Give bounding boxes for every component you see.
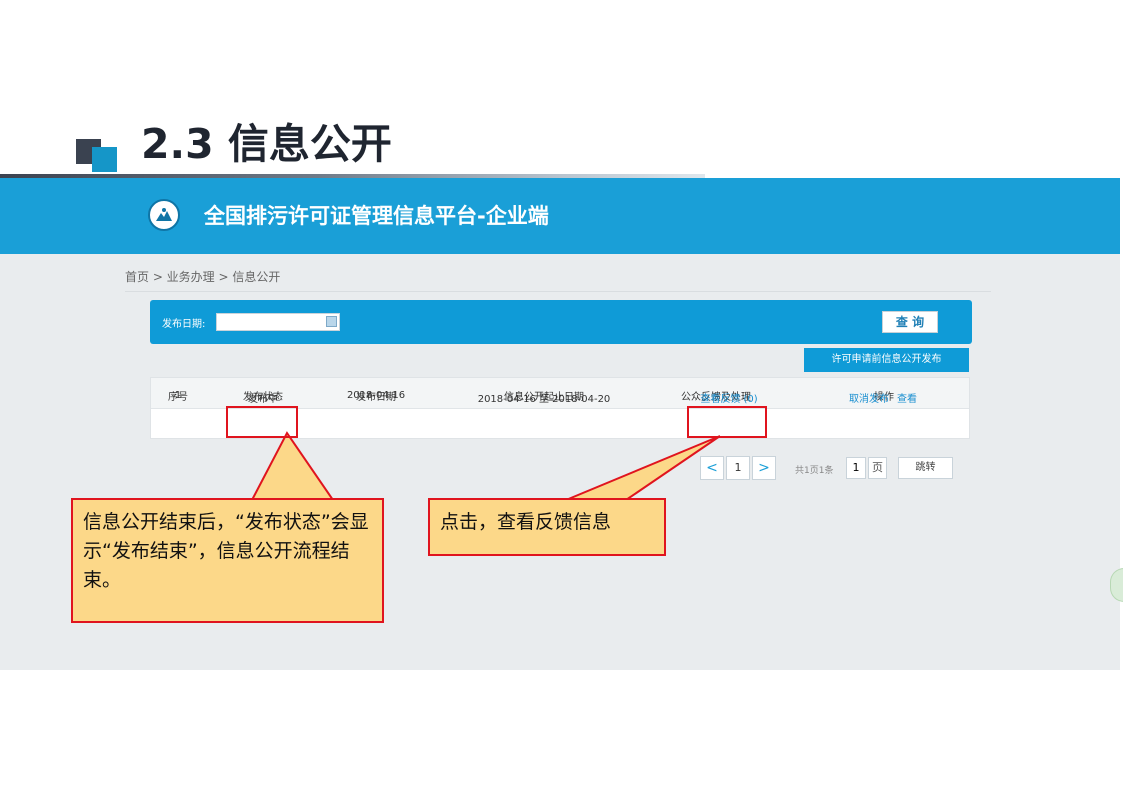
publish-date-label: 发布日期: [162,319,206,330]
status-callout: 信息公开结束后，“发布状态”会显示“发布结束”，信息公开流程结束。 [71,498,384,623]
cancel-publish-link[interactable]: 取消发布 [849,390,889,405]
row-status: 发布中 [248,394,278,405]
prev-page-button[interactable]: < [700,456,724,480]
app-title: 全国排污许可证管理信息平台-企业端 [204,204,549,228]
publish-date-input[interactable] [216,313,340,331]
row-date: 2018-04-16 [346,390,406,401]
current-page[interactable]: 1 [726,456,750,480]
pagination-total: 共1页1条 [795,466,834,476]
view-feedback-link[interactable]: 查看反馈 (0) [700,390,757,405]
side-widget-handle[interactable] [1110,568,1123,602]
breadcrumb[interactable]: 首页 > 业务办理 > 信息公开 [125,268,280,285]
feedback-callout: 点击，查看反馈信息 [428,498,666,556]
row-no: 1 [174,390,182,401]
jump-button[interactable]: 跳转 [898,457,953,479]
pre-application-publish-button[interactable]: 许可申请前信息公开发布 [804,348,969,372]
divider [125,291,991,292]
view-link[interactable]: 查看 [897,390,917,405]
mes-emblem-icon [148,199,180,231]
next-page-button[interactable]: > [752,456,776,480]
status-highlight [226,406,298,438]
search-bar: 发布日期: 查 询 [150,300,972,344]
query-button[interactable]: 查 询 [882,311,938,333]
page-number-input[interactable]: 1 [846,457,866,479]
title-bullet-blue [92,147,117,172]
row-period: 2018-04-16 至 2018-04-20 [477,394,611,405]
slide-title: 2.3 信息公开 [141,120,392,168]
app-header: 全国排污许可证管理信息平台-企业端 [0,178,1120,254]
feedback-highlight [687,406,767,438]
page-unit-label: 页 [868,457,887,479]
slide: 2.3 信息公开 全国排污许可证管理信息平台-企业端 首页 > 业务办理 > 信… [0,0,1123,794]
calendar-icon[interactable] [326,316,337,327]
